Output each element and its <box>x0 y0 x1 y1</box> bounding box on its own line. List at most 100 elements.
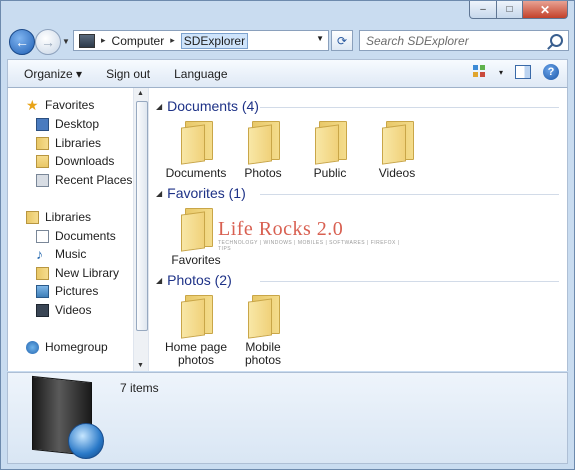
group-header-label: Documents (4) <box>167 98 259 114</box>
nav-new-library-label: New Library <box>55 266 120 280</box>
breadcrumb-sdexplorer[interactable]: SDExplorer <box>180 32 249 49</box>
nav-pictures-label: Pictures <box>55 284 99 298</box>
scrollbar-thumb[interactable] <box>136 101 148 331</box>
search-icon[interactable] <box>550 34 563 47</box>
refresh-button[interactable]: ⟳ <box>331 30 353 51</box>
nav-homegroup[interactable]: Homegroup <box>26 340 108 354</box>
nav-music-label: Music <box>55 247 87 261</box>
folder-item[interactable]: Documents <box>164 121 228 180</box>
maximize-button[interactable]: □ <box>497 1 523 19</box>
group-header-documents[interactable]: ◢ Documents (4) <box>156 98 259 114</box>
nav-libraries-label: Libraries <box>45 210 92 224</box>
breadcrumb-separator[interactable]: ▸ <box>101 35 106 46</box>
nav-documents-label: Documents <box>55 229 116 243</box>
nav-new-library[interactable]: New Library <box>36 266 119 280</box>
details-pane: 7 items <box>7 372 568 464</box>
command-bar: Organize ▾ Sign out Language ▾ ? <box>7 59 568 88</box>
search-input[interactable] <box>360 32 548 49</box>
folder-icon <box>248 121 280 165</box>
folder-item[interactable]: Public <box>298 121 362 180</box>
group-header-favorites[interactable]: ◢ Favorites (1) <box>156 185 246 201</box>
group-header-label: Favorites (1) <box>167 185 246 201</box>
globe-icon <box>68 423 104 459</box>
change-view-icon[interactable] <box>472 65 487 79</box>
nav-homegroup-label: Homegroup <box>45 340 108 354</box>
nav-music[interactable]: ♪ Music <box>36 245 87 262</box>
folder-item[interactable]: Videos <box>365 121 429 180</box>
nav-recent-places-label: Recent Places <box>55 173 133 187</box>
breadcrumb-separator[interactable]: ▸ <box>170 35 175 46</box>
nav-favorites[interactable]: ★ Favorites <box>26 96 95 113</box>
nav-libraries-shortcut-label: Libraries <box>55 136 102 150</box>
group-header-photos[interactable]: ◢ Photos (2) <box>156 272 232 288</box>
nav-videos[interactable]: Videos <box>36 303 91 317</box>
item-count: 7 items <box>120 381 159 395</box>
homegroup-icon <box>26 340 39 354</box>
navigation-scrollbar[interactable]: ▲ ▼ <box>133 88 149 371</box>
nav-videos-label: Videos <box>55 303 92 317</box>
nav-downloads-label: Downloads <box>55 154 115 168</box>
address-dropdown-icon[interactable]: ▼ <box>316 34 324 43</box>
collapse-triangle-icon[interactable]: ◢ <box>156 102 162 111</box>
music-icon: ♪ <box>36 245 43 262</box>
watermark: Life Rocks 2.0 TECHNOLOGY | WINDOWS | MO… <box>218 218 403 252</box>
group-header-label: Photos (2) <box>167 272 232 288</box>
recent-places-icon <box>36 173 49 187</box>
folder-item[interactable]: Photos <box>231 121 295 180</box>
file-list: ◢ Documents (4) Documents Photos Public … <box>150 88 567 371</box>
back-arrow-icon: ← <box>15 34 29 50</box>
computer-icon <box>79 33 95 48</box>
nav-downloads[interactable]: Downloads <box>36 154 114 168</box>
nav-libraries[interactable]: Libraries <box>26 210 91 224</box>
forward-arrow-icon: → <box>41 34 55 50</box>
breadcrumb-computer[interactable]: Computer <box>112 34 165 48</box>
organize-menu[interactable]: Organize ▾ <box>8 67 94 81</box>
address-bar[interactable]: ▸ Computer ▸ SDExplorer ▼ <box>73 30 329 51</box>
star-icon: ★ <box>26 96 39 113</box>
folder-icon <box>181 121 213 165</box>
more-views-chevron-icon[interactable]: ▾ <box>499 68 503 77</box>
nav-desktop[interactable]: Desktop <box>36 117 99 131</box>
documents-icon <box>36 229 49 243</box>
scroll-up-arrow-icon[interactable]: ▲ <box>137 90 144 97</box>
preview-pane-icon[interactable] <box>515 65 531 79</box>
language-button[interactable]: Language <box>162 67 239 81</box>
explorer-window: – □ ✕ ← → ▼ ▸ Computer ▸ SDExplorer ▼ ⟳ … <box>0 0 575 470</box>
nav-libraries-shortcut[interactable]: Libraries <box>36 136 101 150</box>
nav-recent-places[interactable]: Recent Places <box>36 173 132 187</box>
nav-pictures[interactable]: Pictures <box>36 284 98 298</box>
navigation-bar: ← → ▼ ▸ Computer ▸ SDExplorer ▼ ⟳ <box>7 27 569 55</box>
scroll-down-arrow-icon[interactable]: ▼ <box>137 362 144 369</box>
folder-item[interactable]: Home page photos <box>164 295 228 367</box>
downloads-icon <box>36 154 49 168</box>
recent-pages-dropdown[interactable]: ▼ <box>62 37 70 46</box>
folder-icon <box>181 295 213 339</box>
help-icon[interactable]: ? <box>543 64 559 80</box>
folder-label: Documents <box>165 166 227 180</box>
folder-icon <box>315 121 347 165</box>
nav-favorites-label: Favorites <box>45 98 95 112</box>
folder-label: Home page photos <box>164 340 228 367</box>
nav-desktop-label: Desktop <box>55 117 100 131</box>
collapse-triangle-icon[interactable]: ◢ <box>156 189 162 198</box>
folder-icon <box>248 295 280 339</box>
nav-documents[interactable]: Documents <box>36 229 116 243</box>
navigation-pane: ★ Favorites Desktop Libraries Downloads … <box>8 88 133 371</box>
sign-out-button[interactable]: Sign out <box>94 67 162 81</box>
folder-label: Photos <box>244 166 282 180</box>
pictures-icon <box>36 284 49 298</box>
back-button[interactable]: ← <box>9 29 35 55</box>
refresh-icon: ⟳ <box>336 33 348 48</box>
collapse-triangle-icon[interactable]: ◢ <box>156 276 162 285</box>
close-button[interactable]: ✕ <box>523 1 568 19</box>
forward-button[interactable]: → <box>35 29 61 55</box>
folder-item[interactable]: Mobile photos <box>231 295 295 367</box>
libraries-icon <box>26 210 39 224</box>
content-area: ★ Favorites Desktop Libraries Downloads … <box>7 88 568 371</box>
toolbar-right-group: ▾ ? <box>472 64 559 80</box>
folder-icon <box>382 121 414 165</box>
sdexplorer-folder-icon <box>26 375 108 459</box>
search-box[interactable] <box>359 30 569 51</box>
watermark-subtitle: TECHNOLOGY | WINDOWS | MOBILES | SOFTWAR… <box>218 240 400 252</box>
minimize-button[interactable]: – <box>469 1 497 19</box>
